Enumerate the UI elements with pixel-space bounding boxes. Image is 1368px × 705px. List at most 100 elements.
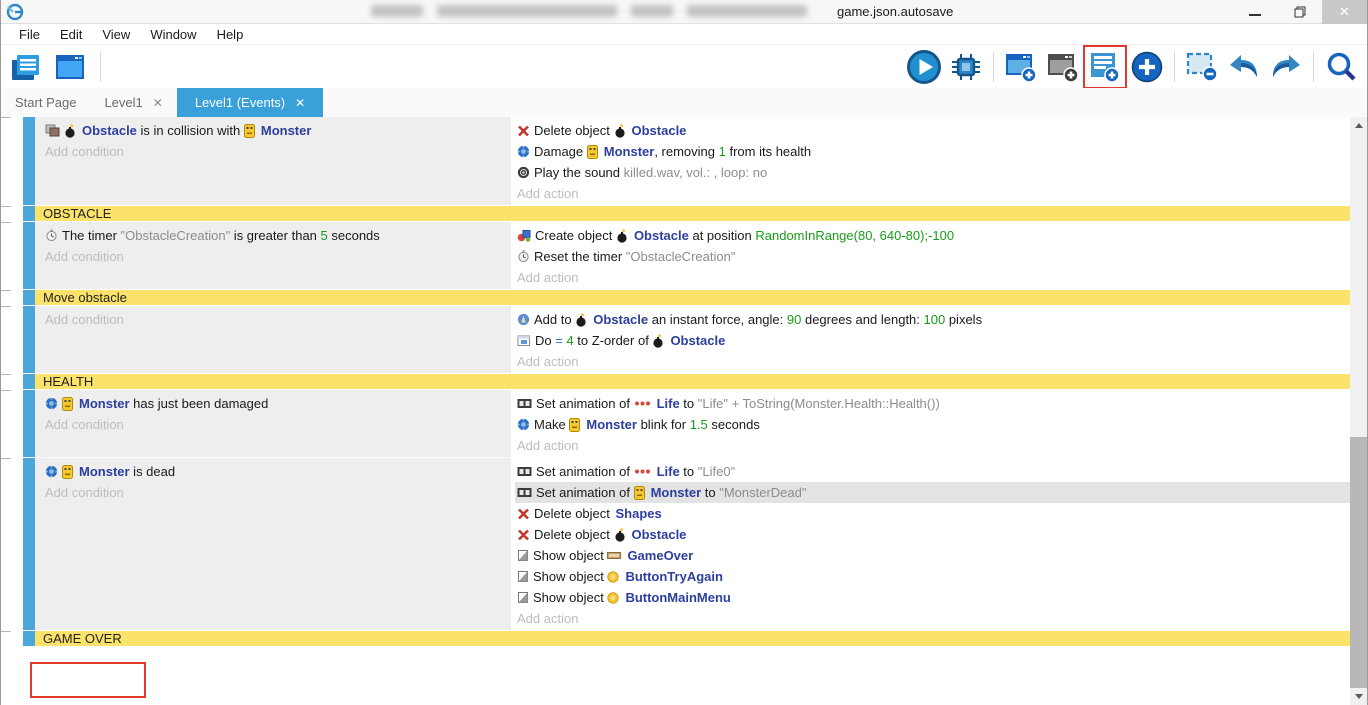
event-selection-bar[interactable]	[23, 374, 35, 389]
add-external-events-icon[interactable]	[1045, 49, 1081, 85]
event-selection-bar[interactable]	[23, 117, 35, 205]
action-line[interactable]: Show object GameOver	[515, 545, 1350, 566]
project-manager-icon[interactable]	[9, 49, 45, 85]
action-line[interactable]: Set animation of Life to "Life0"	[515, 461, 1350, 482]
object-name: Obstacle	[670, 330, 725, 351]
action-line[interactable]: Set animation of Life to "Life" + ToStri…	[515, 393, 1350, 414]
menu-view[interactable]: View	[92, 27, 140, 42]
add-condition-button[interactable]: Add condition	[43, 141, 505, 162]
event-row: Monster is deadAdd condition Set animatio…	[1, 458, 1350, 630]
debug-icon[interactable]	[948, 49, 984, 85]
bomb-icon	[64, 124, 76, 138]
life-icon	[634, 467, 651, 476]
gdevelop-logo-icon	[6, 3, 24, 21]
deselect-icon[interactable]	[1184, 49, 1220, 85]
action-line[interactable]: Delete object Obstacle	[515, 120, 1350, 141]
token-text: Show object	[533, 587, 607, 608]
event-selection-bar[interactable]	[23, 206, 35, 221]
add-event-icon[interactable]	[1087, 49, 1123, 85]
button-icon	[607, 571, 619, 583]
event-selection-bar[interactable]	[23, 290, 35, 305]
token-text: an instant force, angle:	[648, 309, 787, 330]
group-label: HEALTH	[43, 374, 93, 389]
add-condition-button[interactable]: Add condition	[43, 309, 505, 330]
scene-editor-icon[interactable]	[53, 49, 89, 85]
action-line[interactable]: Reset the timer "ObstacleCreation"	[515, 246, 1350, 267]
event-selection-bar[interactable]	[23, 222, 35, 289]
action-line[interactable]: Set animation of Monster to "MonsterDead…	[515, 482, 1350, 503]
tab-start-page[interactable]: Start Page	[1, 88, 90, 117]
event-selection-bar[interactable]	[23, 631, 35, 646]
token-text: Show object	[533, 566, 607, 587]
condition-line[interactable]: Monster is dead	[43, 461, 505, 482]
tab-close-icon[interactable]: ✕	[295, 96, 305, 110]
menu-bar: FileEditViewWindowHelp	[1, 25, 1367, 45]
add-condition-button[interactable]: Add condition	[43, 246, 505, 267]
add-condition-button[interactable]: Add condition	[43, 414, 505, 435]
play-icon[interactable]	[906, 49, 942, 85]
add-condition-button[interactable]: Add condition	[43, 482, 505, 503]
event-gutter	[1, 374, 23, 389]
condition-line[interactable]: The timer "ObstacleCreation" is greater …	[43, 225, 505, 246]
vertical-scrollbar[interactable]	[1350, 117, 1367, 705]
add-action-button[interactable]: Add action	[515, 435, 1350, 456]
group-header-obstacle[interactable]: OBSTACLE	[35, 206, 1350, 221]
action-line[interactable]: Do = 4 to Z-order of Obstacle	[515, 330, 1350, 351]
show-object-icon	[517, 570, 529, 583]
event-selection-bar[interactable]	[23, 458, 35, 630]
group-header-game-over[interactable]: GAME OVER	[35, 631, 1350, 646]
action-line[interactable]: Play the sound killed.wav, vol.: , loop:…	[515, 162, 1350, 183]
menu-edit[interactable]: Edit	[50, 27, 92, 42]
group-header-move-obstacle[interactable]: Move obstacle	[35, 290, 1350, 305]
group-header-health[interactable]: HEALTH	[35, 374, 1350, 389]
scroll-up-icon[interactable]	[1350, 117, 1367, 134]
redo-icon[interactable]	[1268, 49, 1304, 85]
toolbar-separator	[1174, 52, 1175, 82]
action-line[interactable]: Delete object Shapes	[515, 503, 1350, 524]
action-line[interactable]: Delete object Obstacle	[515, 524, 1350, 545]
tab-label: Start Page	[15, 95, 76, 110]
scrollbar-thumb[interactable]	[1350, 437, 1367, 688]
scroll-down-icon[interactable]	[1350, 688, 1367, 705]
tab-close-icon[interactable]: ✕	[153, 96, 163, 110]
event-selection-bar[interactable]	[23, 306, 35, 373]
token-text: to	[680, 393, 698, 414]
condition-line[interactable]: Obstacle is in collision with Monster	[43, 120, 505, 141]
condition-line[interactable]: Monster has just been damaged	[43, 393, 505, 414]
menu-help[interactable]: Help	[207, 27, 254, 42]
add-circle-icon[interactable]	[1129, 49, 1165, 85]
group-label: GAME OVER	[43, 631, 122, 646]
token-text: Show object	[533, 545, 607, 566]
toolbar	[1, 45, 1367, 88]
add-action-button[interactable]: Add action	[515, 608, 1350, 629]
menu-window[interactable]: Window	[140, 27, 206, 42]
action-line[interactable]: Make Monster blink for 1.5 seconds	[515, 414, 1350, 435]
action-line[interactable]: Show object ButtonTryAgain	[515, 566, 1350, 587]
add-action-button[interactable]: Add action	[515, 267, 1350, 288]
tab-level1[interactable]: Level1✕	[90, 88, 176, 117]
add-scene-window-icon[interactable]	[1003, 49, 1039, 85]
restore-button[interactable]	[1277, 0, 1322, 24]
action-line[interactable]: Add to Obstacle an instant force, angle:…	[515, 309, 1350, 330]
add-action-button[interactable]: Add action	[515, 351, 1350, 372]
add-action-button[interactable]: Add action	[515, 183, 1350, 204]
action-line[interactable]: Damage Monster, removing 1 from its heal…	[515, 141, 1350, 162]
event-selection-bar[interactable]	[23, 390, 35, 457]
token-param: 1	[719, 141, 726, 162]
bomb-icon	[614, 124, 626, 138]
minimize-button[interactable]	[1232, 0, 1277, 24]
action-line[interactable]: Show object ButtonMainMenu	[515, 587, 1350, 608]
undo-icon[interactable]	[1226, 49, 1262, 85]
bomb-icon	[652, 334, 664, 348]
event-row: Add condition Add to Obstacle an instant …	[1, 306, 1350, 373]
object-name: Monster	[604, 141, 655, 162]
object-name: Life	[657, 393, 680, 414]
actions-cell: Delete object ObstacleDamage Monster, re…	[513, 117, 1350, 205]
close-button[interactable]: ✕	[1322, 0, 1367, 24]
search-icon[interactable]	[1323, 49, 1359, 85]
menu-file[interactable]: File	[9, 27, 50, 42]
tab-level1-events-[interactable]: Level1 (Events)✕	[177, 88, 323, 117]
events-sheet: Obstacle is in collision with MonsterAdd…	[1, 117, 1350, 705]
event-row: Obstacle is in collision with MonsterAdd…	[1, 117, 1350, 205]
action-line[interactable]: Create object Obstacle at position Rando…	[515, 225, 1350, 246]
